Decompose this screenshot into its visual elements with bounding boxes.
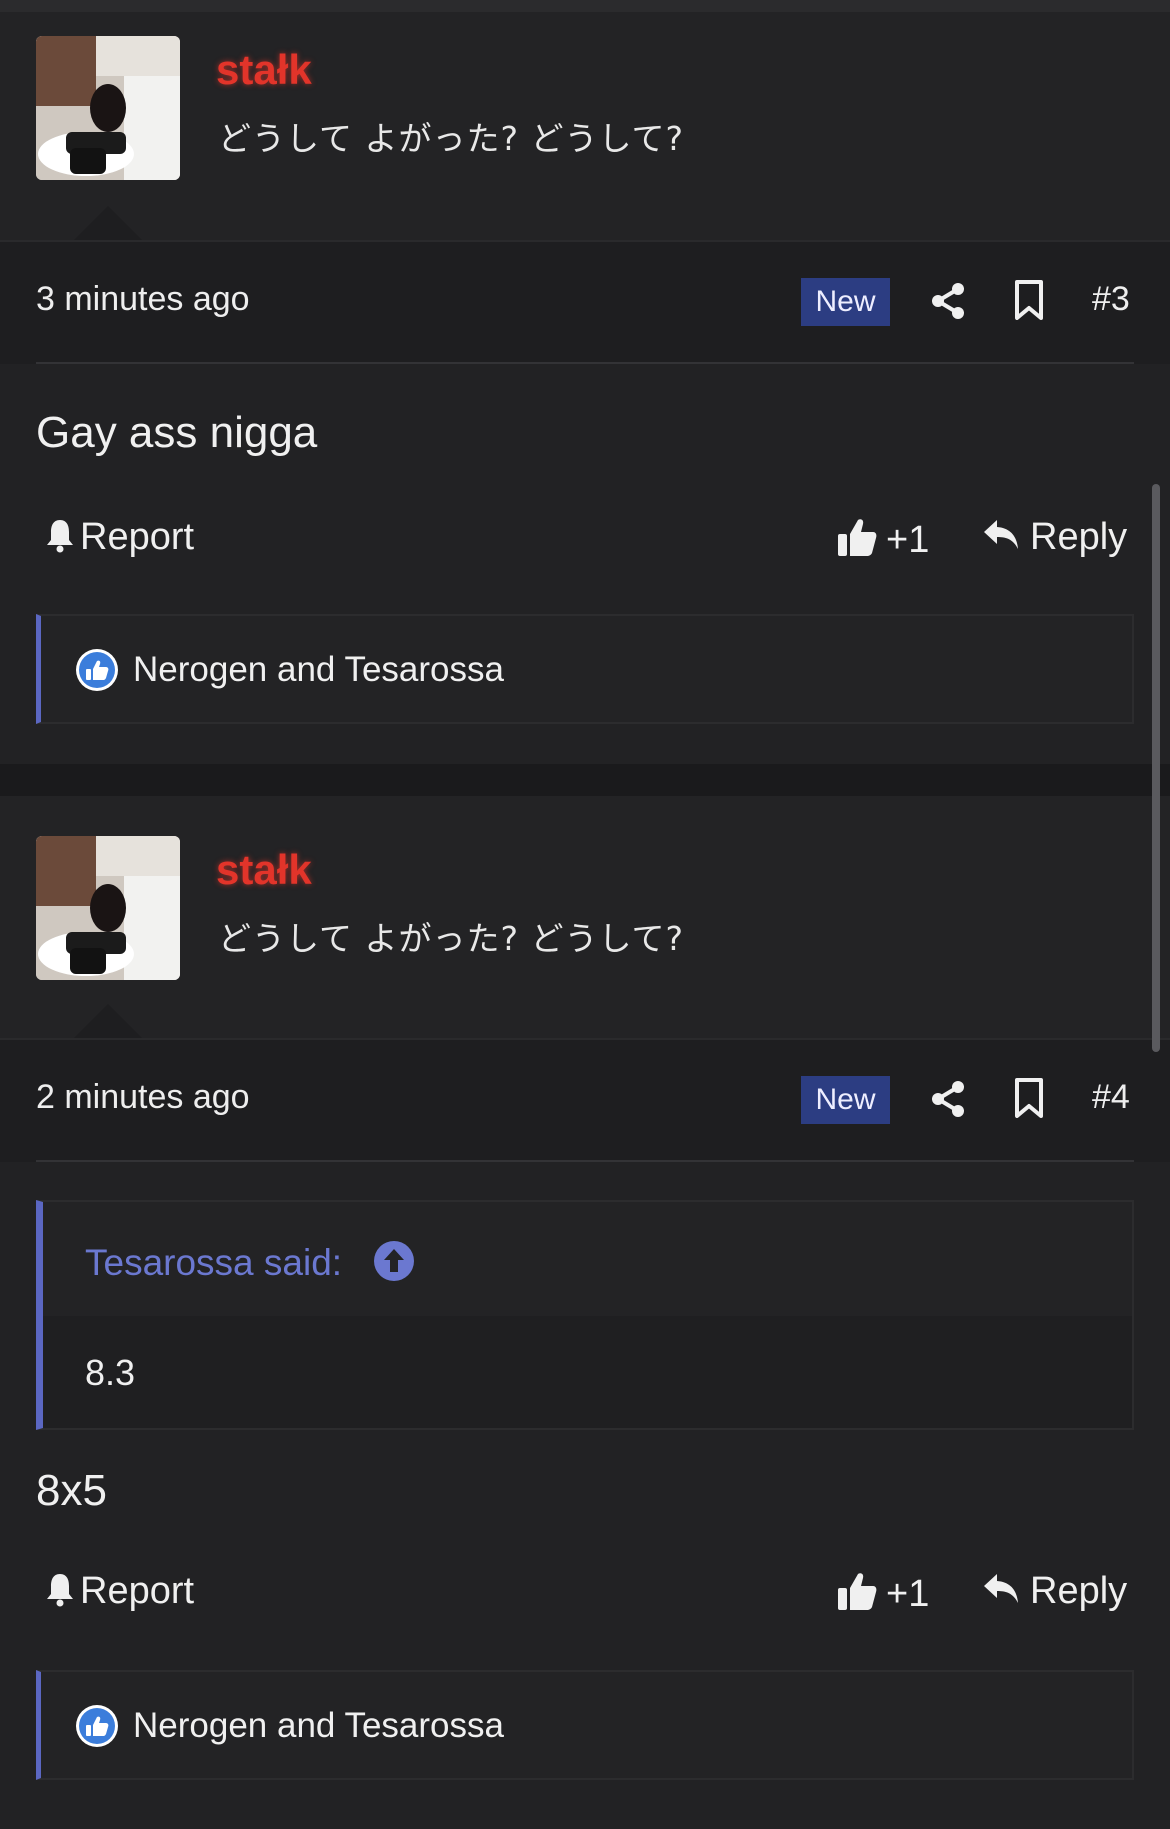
report-label: Report	[80, 1570, 195, 1612]
reply-label: Reply	[1030, 1570, 1128, 1612]
quote-text: 8.3	[85, 1352, 136, 1393]
bookmark-icon[interactable]	[1014, 280, 1044, 320]
post-meta-bar: 3 minutes ago New #3	[0, 240, 1170, 364]
bell-icon	[47, 1574, 73, 1607]
new-badge: New	[801, 1076, 890, 1124]
likes-text[interactable]: Nerogen and Tesarossa	[133, 1706, 504, 1746]
like-badge-icon	[76, 649, 118, 691]
post: stałk どうして よがった? どうして? 2 minutes ago New…	[0, 796, 1170, 1829]
post-separator	[0, 764, 1170, 796]
likes-summary[interactable]: Nerogen and Tesarossa	[36, 614, 1134, 724]
like-count: +1	[886, 1573, 930, 1615]
quote-block: Tesarossa said: 8.3	[36, 1200, 1134, 1430]
like-badge-icon	[76, 1705, 118, 1747]
post-body: Gay ass nigga	[36, 408, 318, 457]
top-bar	[0, 0, 1170, 12]
divider	[36, 362, 1134, 364]
avatar[interactable]	[36, 36, 180, 180]
post-meta-bar: 2 minutes ago New #4	[0, 1038, 1170, 1162]
thumbs-up-icon	[838, 1573, 877, 1610]
avatar-image	[36, 36, 180, 180]
avatar[interactable]	[36, 836, 180, 980]
post-pointer	[74, 1004, 142, 1038]
bell-icon	[47, 520, 73, 553]
post-time[interactable]: 2 minutes ago	[36, 1078, 250, 1117]
reply-arrow-icon	[984, 520, 1018, 549]
share-icon[interactable]	[930, 1080, 966, 1118]
report-button[interactable]: Report	[44, 1570, 194, 1613]
report-button[interactable]: Report	[44, 516, 194, 559]
arrow-up-circle-icon[interactable]	[373, 1240, 415, 1282]
report-label: Report	[80, 516, 195, 558]
like-button[interactable]: +1	[836, 1570, 929, 1616]
post-header: stałk どうして よがった? どうして?	[0, 12, 1170, 240]
user-title: どうして よがった? どうして?	[218, 919, 685, 958]
like-button[interactable]: +1	[836, 516, 929, 562]
divider	[36, 1160, 1134, 1162]
avatar-image	[36, 836, 180, 980]
quote-author[interactable]: Tesarossa said:	[85, 1242, 342, 1284]
username[interactable]: stałk	[216, 46, 312, 94]
post-number[interactable]: #4	[1092, 1078, 1130, 1117]
post-number[interactable]: #3	[1092, 280, 1130, 319]
scrollbar[interactable]	[1152, 484, 1160, 1052]
thumbs-up-icon	[838, 519, 877, 556]
post-body: 8x5	[36, 1466, 107, 1515]
like-count: +1	[886, 519, 930, 561]
quote-body: 8.3	[43, 1316, 1132, 1428]
reply-button[interactable]: Reply	[982, 1570, 1127, 1613]
post-time[interactable]: 3 minutes ago	[36, 280, 250, 319]
quote-header[interactable]: Tesarossa said:	[43, 1202, 1132, 1316]
share-icon[interactable]	[930, 282, 966, 320]
post: stałk どうして よがった? どうして? 3 minutes ago New…	[0, 12, 1170, 764]
reply-arrow-icon	[984, 1574, 1018, 1603]
user-title: どうして よがった? どうして?	[218, 119, 685, 158]
bookmark-icon[interactable]	[1014, 1078, 1044, 1118]
likes-summary[interactable]: Nerogen and Tesarossa	[36, 1670, 1134, 1780]
reply-label: Reply	[1030, 516, 1128, 558]
likes-text[interactable]: Nerogen and Tesarossa	[133, 650, 504, 690]
reply-button[interactable]: Reply	[982, 516, 1127, 559]
username[interactable]: stałk	[216, 846, 312, 894]
post-header: stałk どうして よがった? どうして?	[0, 796, 1170, 1038]
new-badge: New	[801, 278, 890, 326]
post-pointer	[74, 206, 142, 240]
